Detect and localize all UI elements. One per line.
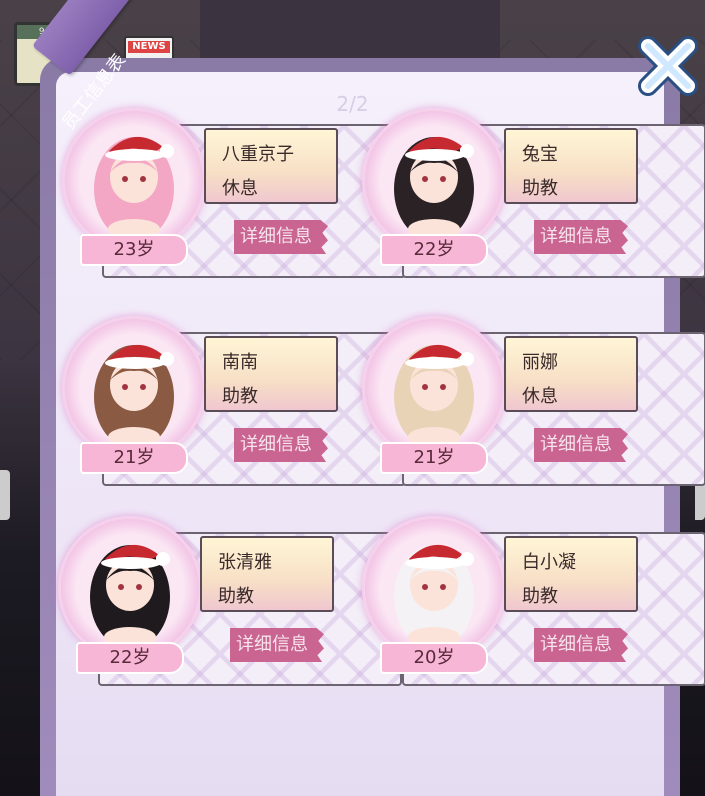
employee-portrait[interactable] (362, 316, 506, 460)
employee-age: 20岁 (380, 642, 488, 674)
avatar-icon (394, 544, 474, 649)
employee-info-box: 白小凝 助教 (504, 536, 638, 612)
employee-role: 助教 (522, 178, 558, 199)
employee-role: 助教 (522, 586, 558, 607)
avatar-icon (394, 344, 474, 449)
detail-info-button[interactable]: 详细信息 (234, 428, 328, 462)
employee-role: 助教 (218, 586, 254, 607)
employee-card[interactable]: 兔宝 助教 22岁 详细信息 (362, 108, 705, 278)
employee-portrait[interactable] (62, 316, 206, 460)
detail-info-button[interactable]: 详细信息 (534, 428, 628, 462)
employee-age: 21岁 (80, 442, 188, 474)
avatar-icon (94, 344, 174, 449)
employee-card[interactable]: 丽娜 休息 21岁 详细信息 (362, 316, 705, 486)
employee-portrait[interactable] (58, 516, 202, 660)
employee-name: 兔宝 (522, 144, 558, 165)
employee-info-box: 张清雅 助教 (200, 536, 334, 612)
detail-info-button[interactable]: 详细信息 (234, 220, 328, 254)
employee-name: 丽娜 (522, 352, 558, 373)
employee-name: 南南 (222, 352, 258, 373)
employee-role: 助教 (222, 386, 258, 407)
employee-info-box: 丽娜 休息 (504, 336, 638, 412)
employee-card[interactable]: 八重京子 休息 23岁 详细信息 (62, 108, 406, 278)
close-button[interactable] (634, 32, 702, 100)
avatar-icon (90, 544, 170, 649)
employee-age: 22岁 (76, 642, 184, 674)
employee-portrait[interactable] (362, 108, 506, 252)
news-label: NEWS (128, 41, 170, 53)
employee-portrait[interactable] (62, 108, 206, 252)
close-icon (638, 36, 698, 96)
avatar-icon (94, 136, 174, 241)
employee-role: 休息 (222, 178, 258, 199)
employee-role: 休息 (522, 386, 558, 407)
employee-info-box: 南南 助教 (204, 336, 338, 412)
employee-age: 21岁 (380, 442, 488, 474)
detail-info-button[interactable]: 详细信息 (534, 628, 628, 662)
avatar-icon (394, 136, 474, 241)
employee-name: 白小凝 (522, 552, 576, 573)
employee-age: 22岁 (380, 234, 488, 266)
detail-info-button[interactable]: 详细信息 (534, 220, 628, 254)
employee-name: 张清雅 (218, 552, 272, 573)
detail-info-button[interactable]: 详细信息 (230, 628, 324, 662)
employee-info-box: 八重京子 休息 (204, 128, 338, 204)
employee-card[interactable]: 南南 助教 21岁 详细信息 (62, 316, 406, 486)
employee-portrait[interactable] (362, 516, 506, 660)
employee-card[interactable]: 张清雅 助教 22岁 详细信息 (58, 516, 402, 686)
employee-name: 八重京子 (222, 144, 294, 165)
employee-card[interactable]: 白小凝 助教 20岁 详细信息 (362, 516, 705, 686)
employee-age: 23岁 (80, 234, 188, 266)
employee-info-box: 兔宝 助教 (504, 128, 638, 204)
left-edge-tab[interactable] (0, 470, 10, 520)
